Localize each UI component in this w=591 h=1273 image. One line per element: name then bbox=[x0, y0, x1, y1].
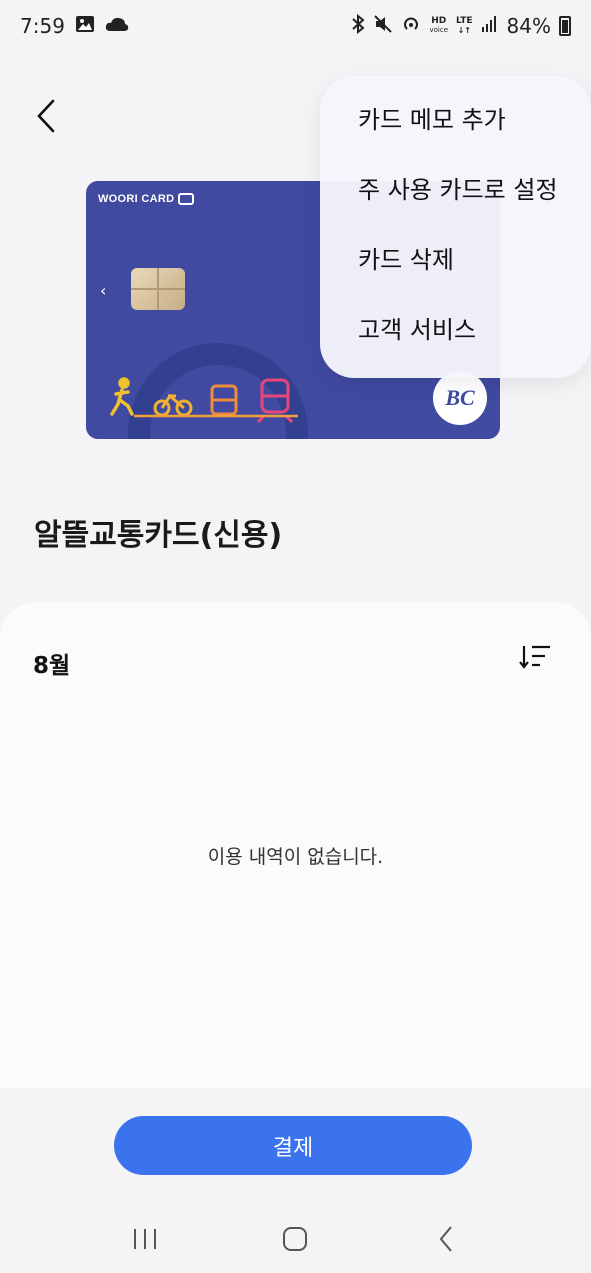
clock: 7:59 bbox=[20, 14, 65, 38]
card-brand: WOORI CARD bbox=[98, 193, 195, 205]
recent-apps-icon bbox=[134, 1229, 157, 1249]
battery-icon bbox=[559, 16, 571, 36]
lte-label: LTE bbox=[456, 16, 473, 26]
home-icon bbox=[283, 1227, 308, 1251]
chevron-left-icon: ‹ bbox=[100, 281, 107, 300]
recent-apps-button[interactable] bbox=[125, 1219, 165, 1259]
chip-icon bbox=[131, 268, 185, 310]
back-arrow-icon bbox=[37, 99, 55, 133]
menu-item-delete-card[interactable]: 카드 삭제 bbox=[320, 222, 591, 292]
hotspot-icon bbox=[401, 14, 421, 38]
back-nav-button[interactable] bbox=[426, 1219, 466, 1259]
overflow-menu: 카드 메모 추가 주 사용 카드로 설정 카드 삭제 고객 서비스 bbox=[320, 76, 591, 378]
pay-button[interactable]: 결제 bbox=[114, 1116, 472, 1175]
sort-button[interactable] bbox=[518, 642, 554, 674]
transport-icons bbox=[110, 377, 298, 424]
hd-label: HD bbox=[431, 16, 447, 26]
voice-label: voice bbox=[429, 26, 448, 34]
data-arrows-icon: ↓↑ bbox=[457, 26, 471, 35]
card-title: 알뜰교통카드(신용) bbox=[34, 518, 283, 553]
gallery-icon bbox=[75, 15, 95, 37]
month-label: 8월 bbox=[33, 653, 71, 679]
status-bar: 7:59 HD voice LTE ↓↑ 84% bbox=[0, 0, 591, 52]
empty-message: 이용 내역이 없습니다. bbox=[207, 846, 384, 868]
bluetooth-icon bbox=[351, 13, 366, 38]
home-button[interactable] bbox=[275, 1219, 315, 1259]
menu-item-add-card-memo[interactable]: 카드 메모 추가 bbox=[320, 82, 591, 152]
battery-percent: 84% bbox=[506, 14, 551, 38]
history-sheet: 8월 이용 내역이 없습니다. bbox=[0, 602, 591, 1088]
menu-item-customer-service[interactable]: 고객 서비스 bbox=[320, 292, 591, 362]
sort-icon bbox=[519, 645, 550, 669]
bc-logo: BC bbox=[433, 371, 487, 425]
menu-item-set-main-card[interactable]: 주 사용 카드로 설정 bbox=[320, 152, 591, 222]
back-button[interactable] bbox=[26, 92, 66, 140]
signal-icon bbox=[481, 15, 499, 37]
navigation-bar bbox=[0, 1205, 591, 1273]
cloud-icon bbox=[105, 15, 129, 37]
back-nav-icon bbox=[439, 1226, 452, 1252]
card-brand-logo-icon bbox=[178, 193, 195, 205]
mute-icon bbox=[373, 14, 393, 38]
